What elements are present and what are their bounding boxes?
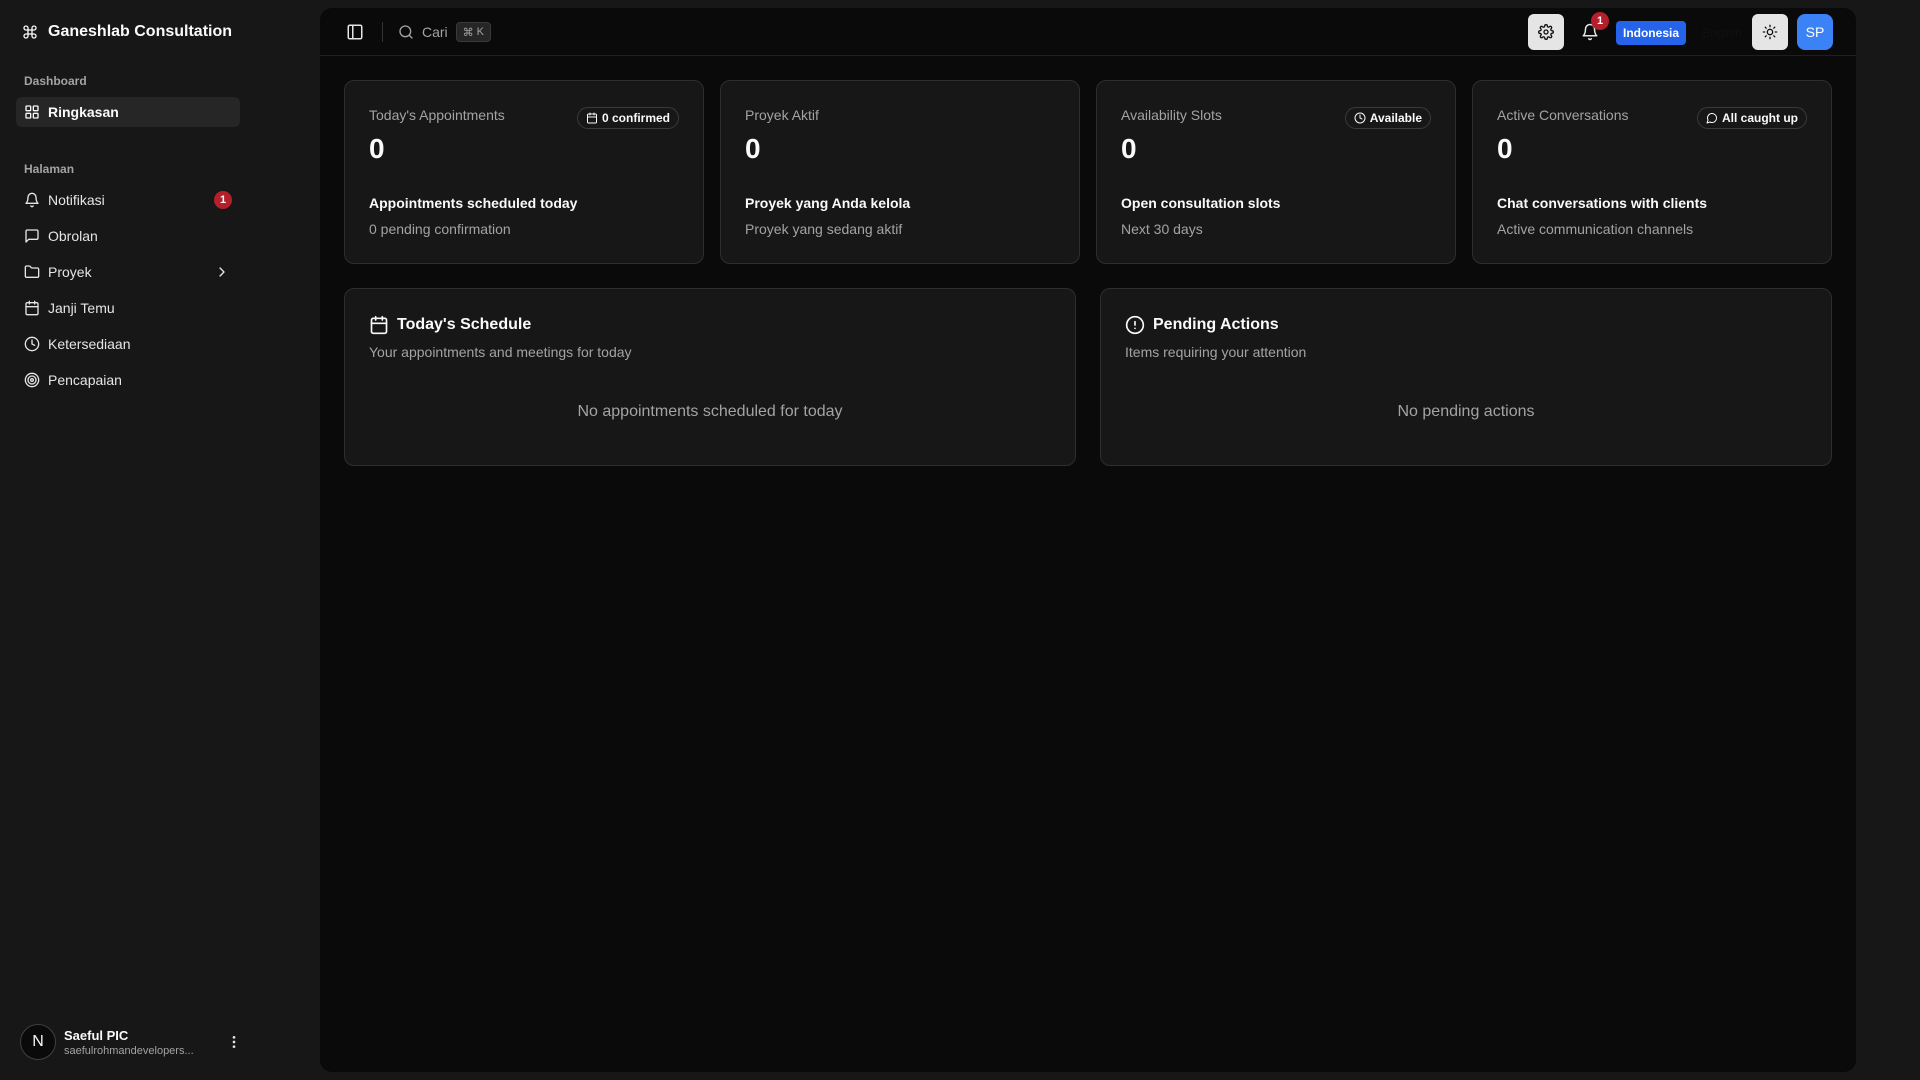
- panel-subtitle: Items requiring your attention: [1125, 344, 1307, 360]
- stat-description: Proyek yang Anda kelola: [745, 195, 911, 211]
- empty-state: No appointments scheduled for today: [577, 403, 843, 420]
- message-icon: [25, 229, 39, 243]
- todays-schedule-panel: Today's Schedule Your appointments and m…: [344, 288, 1076, 466]
- panel-title-text: Pending Actions: [1153, 316, 1279, 333]
- status-badge-label: 0 confirmed: [601, 111, 670, 125]
- search-icon: [399, 25, 413, 39]
- calendar-icon: [25, 300, 39, 316]
- sidebar-item-proyek[interactable]: Proyek: [16, 257, 240, 287]
- search-button[interactable]: Cari ⌘ K: [398, 20, 492, 44]
- gear-icon: [1538, 24, 1554, 40]
- sidebar-item-ringkasan[interactable]: Ringkasan: [16, 97, 240, 127]
- sidebar-item-notifikasi[interactable]: Notifikasi 1: [16, 185, 240, 215]
- stat-card-availability: Availability Slots Available 0 Open cons…: [1096, 80, 1456, 264]
- notification-badge: 1: [214, 191, 232, 209]
- layout-grid-icon: [25, 105, 39, 119]
- stat-description: Open consultation slots: [1121, 195, 1281, 211]
- top-bar: Cari ⌘ K 1 Indonesia English SP: [320, 8, 1856, 56]
- sidebar-item-label: Janji Temu: [48, 300, 115, 316]
- theme-toggle-button[interactable]: [1752, 14, 1788, 50]
- panel-title: Today's Schedule: [369, 315, 531, 335]
- status-badge-label: Available: [1369, 111, 1422, 125]
- avatar: N: [20, 1024, 56, 1060]
- notification-count-badge: 1: [1591, 12, 1609, 30]
- search-shortcut: ⌘ K: [455, 22, 492, 42]
- command-key: ⌘: [462, 26, 474, 39]
- stat-title: Active Conversations: [1497, 107, 1629, 123]
- settings-button[interactable]: [1528, 14, 1564, 50]
- stat-subtext: Next 30 days: [1121, 221, 1203, 237]
- group-label-dashboard: Dashboard: [24, 74, 87, 88]
- k-key: K: [476, 26, 485, 38]
- stat-subtext: Active communication channels: [1497, 221, 1694, 237]
- brand[interactable]: Ganeshlab Consultation: [22, 21, 232, 43]
- language-indonesia-button[interactable]: Indonesia: [1616, 21, 1686, 45]
- user-profile[interactable]: N Saeful PIC saefulrohmandevelopers...: [20, 1022, 244, 1062]
- sidebar-toggle-icon[interactable]: [346, 23, 364, 41]
- stat-description: Chat conversations with clients: [1497, 195, 1708, 211]
- stat-value: 0: [1121, 133, 1137, 164]
- clock-icon: [1354, 112, 1366, 124]
- status-badge-label: All caught up: [1722, 111, 1798, 125]
- clock-icon: [24, 336, 40, 352]
- stat-title: Availability Slots: [1121, 107, 1222, 123]
- calendar-icon: [370, 315, 388, 335]
- status-badge: 0 confirmed: [576, 107, 679, 129]
- panel-title: Pending Actions: [1125, 315, 1279, 335]
- sidebar-item-label: Proyek: [48, 264, 92, 280]
- user-email: saefulrohmandevelopers...: [64, 1044, 194, 1057]
- target-icon: [24, 372, 40, 388]
- stat-subtext: Proyek yang sedang aktif: [745, 221, 903, 237]
- sidebar-item-obrolan[interactable]: Obrolan: [16, 221, 240, 251]
- sidebar-item-label: Obrolan: [48, 228, 98, 244]
- panel-subtitle: Your appointments and meetings for today: [369, 344, 632, 360]
- brand-name: Ganeshlab Consultation: [48, 23, 233, 40]
- divider: [382, 22, 383, 42]
- stat-card-conversations: Active Conversations All caught up 0 Cha…: [1472, 80, 1832, 264]
- command-icon: [23, 25, 37, 39]
- panel-title-text: Today's Schedule: [397, 316, 532, 333]
- search-label: Cari: [422, 24, 448, 40]
- alert-circle-icon: [1125, 315, 1145, 335]
- sidebar-item-ketersediaan[interactable]: Ketersediaan: [16, 329, 240, 359]
- sidebar-item-pencapaian[interactable]: Pencapaian: [16, 365, 240, 395]
- chevron-right-icon[interactable]: [214, 264, 230, 280]
- pending-actions-panel: Pending Actions Items requiring your att…: [1100, 288, 1832, 466]
- sidebar-item-label: Ringkasan: [48, 104, 119, 120]
- more-vertical-icon[interactable]: [226, 1034, 242, 1050]
- main-panel: Cari ⌘ K 1 Indonesia English SP Today's …: [320, 8, 1856, 1072]
- stat-value: 0: [1497, 133, 1513, 164]
- sidebar-item-label: Notifikasi: [48, 192, 105, 208]
- bell-icon: [25, 192, 39, 208]
- user-avatar-button[interactable]: SP: [1797, 14, 1833, 50]
- stat-card-appointments: Today's Appointments 0 confirmed 0 Appoi…: [344, 80, 704, 264]
- status-badge: Available: [1344, 107, 1431, 129]
- language-english-button[interactable]: English: [1692, 21, 1752, 45]
- stat-value: 0: [369, 133, 385, 164]
- sidebar-item-label: Pencapaian: [48, 372, 122, 388]
- stat-description: Appointments scheduled today: [369, 195, 578, 211]
- calendar-icon: [586, 112, 597, 124]
- sun-icon: [1762, 24, 1778, 40]
- status-badge: All caught up: [1697, 107, 1807, 129]
- stat-subtext: 0 pending confirmation: [369, 221, 511, 237]
- stat-card-active-projects: Proyek Aktif 0 Proyek yang Anda kelola P…: [720, 80, 1080, 264]
- stat-title: Proyek Aktif: [745, 107, 819, 123]
- stat-title: Today's Appointments: [369, 107, 505, 123]
- user-info: Saeful PIC saefulrohmandevelopers...: [64, 1028, 214, 1057]
- stat-value: 0: [745, 133, 761, 164]
- user-name: Saeful PIC: [64, 1027, 129, 1043]
- empty-state: No pending actions: [1397, 403, 1535, 420]
- sidebar-item-janji-temu[interactable]: Janji Temu: [16, 293, 240, 323]
- sidebar-item-label: Ketersediaan: [48, 336, 131, 352]
- message-icon: [1706, 113, 1717, 124]
- sidebar: Ganeshlab Consultation Dashboard Ringkas…: [0, 0, 320, 1080]
- folder-icon: [24, 265, 40, 278]
- group-label-pages: Halaman: [24, 162, 75, 176]
